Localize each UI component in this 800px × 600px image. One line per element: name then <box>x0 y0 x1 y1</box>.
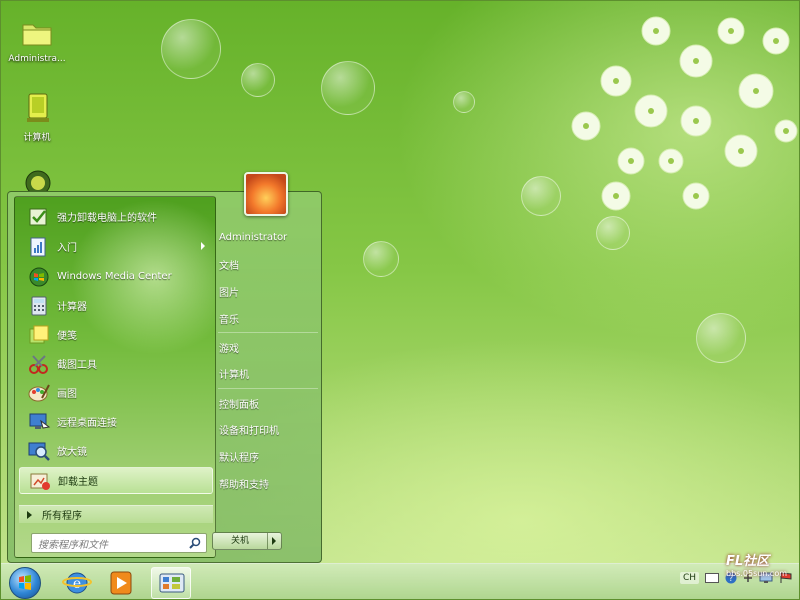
taskbar: e CH ? FL社区 bbs.05sun.com <box>1 554 799 599</box>
start-button[interactable] <box>9 567 41 599</box>
getting-started-icon <box>30 237 46 256</box>
start-right-documents[interactable]: 文档 <box>218 253 318 275</box>
uninstall-software-icon <box>29 208 47 225</box>
start-right-devices-printers[interactable]: 设备和打印机 <box>218 418 318 440</box>
remote-desktop-icon <box>29 413 51 429</box>
network-icon[interactable] <box>21 169 55 191</box>
separator <box>218 388 318 389</box>
taskbar-control-panel[interactable] <box>151 567 191 599</box>
start-right-computer[interactable]: 计算机 <box>218 362 318 384</box>
start-item-label: Windows Media Center <box>57 271 172 282</box>
start-item-label: 便笺 <box>57 331 77 342</box>
bubble-decoration <box>161 19 221 79</box>
start-item-label: 卸载主题 <box>58 477 98 488</box>
desktop-icon-label: Administra... <box>8 54 66 64</box>
taskbar-media-player[interactable] <box>101 567 141 599</box>
start-right-label: 音乐 <box>219 314 239 326</box>
magnifier-icon <box>28 442 50 461</box>
sticky-notes-icon <box>29 325 49 343</box>
calculator-icon <box>31 296 47 315</box>
start-item-label: 强力卸载电脑上的软件 <box>57 213 157 224</box>
start-right-label: 设备和打印机 <box>219 425 279 437</box>
bubble-decoration <box>363 241 399 277</box>
start-menu: 强力卸载电脑上的软件 入门 Windows Media Center 计算器 便… <box>7 172 322 563</box>
start-right-label: 控制面板 <box>219 399 259 411</box>
paint-icon <box>28 384 50 401</box>
desktop-icon-label: 计算机 <box>23 133 51 143</box>
start-item-label: 放大镜 <box>57 447 87 458</box>
shutdown-button[interactable]: 关机 <box>213 533 267 549</box>
start-item-label: 画图 <box>57 389 77 400</box>
start-item-label: 计算器 <box>57 302 87 313</box>
start-item-media-center[interactable]: Windows Media Center <box>19 263 213 290</box>
bubble-decoration <box>241 63 275 97</box>
site-watermark: FL社区 bbs.05sun.com <box>726 550 787 578</box>
all-programs-button[interactable]: 所有程序 <box>19 505 213 523</box>
media-player-icon <box>110 571 132 595</box>
start-item-label: 截图工具 <box>57 360 97 371</box>
start-right-administrator[interactable]: Administrator <box>218 226 318 248</box>
desktop: Administra... 计算机 强力卸载电脑上的软件 入门 Windows … <box>0 0 800 600</box>
start-right-label: 游戏 <box>219 343 239 355</box>
media-center-icon <box>29 267 49 286</box>
start-right-label: 帮助和支持 <box>219 479 269 491</box>
uninstall-theme-icon <box>30 473 50 490</box>
expand-arrow-icon <box>27 510 32 519</box>
start-item-label: 远程桌面连接 <box>57 418 117 429</box>
start-right-label: 文档 <box>219 260 239 272</box>
start-right-control-panel[interactable]: 控制面板 <box>218 392 318 414</box>
bubble-decoration <box>453 91 475 113</box>
bubble-decoration <box>321 61 375 115</box>
computer-icon <box>27 93 49 122</box>
bubble-decoration <box>696 313 746 363</box>
all-programs-label: 所有程序 <box>42 511 82 522</box>
start-right-label: Administrator <box>219 231 288 243</box>
start-right-help-support[interactable]: 帮助和支持 <box>218 472 318 494</box>
search-input[interactable]: 搜索程序和文件 <box>31 533 207 553</box>
start-item-snipping-tool[interactable]: 截图工具 <box>19 350 213 377</box>
start-item-sticky-notes[interactable]: 便笺 <box>19 321 213 348</box>
user-folder-icon <box>22 24 52 46</box>
control-panel-icon <box>159 573 185 593</box>
start-right-label: 图片 <box>219 287 239 299</box>
start-item-paint[interactable]: 画图 <box>19 379 213 406</box>
start-right-games[interactable]: 游戏 <box>218 336 318 358</box>
language-indicator[interactable]: CH <box>679 572 699 584</box>
submenu-arrow-icon <box>201 242 205 250</box>
user-avatar[interactable] <box>244 172 288 216</box>
start-item-getting-started[interactable]: 入门 <box>19 233 213 260</box>
separator <box>218 332 318 333</box>
snipping-tool-icon <box>29 354 48 374</box>
watermark-url: bbs.05sun.com <box>726 569 787 578</box>
start-right-label: 默认程序 <box>219 452 259 464</box>
start-right-default-programs[interactable]: 默认程序 <box>218 445 318 467</box>
desktop-icon-computer[interactable]: 计算机 <box>5 91 69 143</box>
start-item-calculator[interactable]: 计算器 <box>19 292 213 319</box>
taskbar-internet-explorer[interactable]: e <box>57 567 97 599</box>
windows-logo-icon <box>19 575 31 590</box>
search-icon <box>189 537 201 549</box>
start-right-pictures[interactable]: 图片 <box>218 280 318 302</box>
shutdown-button-group: 关机 <box>212 532 282 550</box>
start-item-label: 入门 <box>57 243 77 254</box>
start-menu-programs-pane: 强力卸载电脑上的软件 入门 Windows Media Center 计算器 便… <box>14 196 216 558</box>
start-item-remote-desktop[interactable]: 远程桌面连接 <box>19 408 213 435</box>
internet-explorer-icon: e <box>62 572 92 594</box>
start-item-uninstall-theme[interactable]: 卸载主题 <box>19 467 213 494</box>
start-right-label: 计算机 <box>219 369 249 381</box>
keyboard-icon[interactable] <box>705 573 719 583</box>
search-placeholder: 搜索程序和文件 <box>38 539 108 551</box>
watermark-logo: FL社区 <box>726 554 770 569</box>
flower-decoration <box>571 16 798 211</box>
start-item-magnifier[interactable]: 放大镜 <box>19 437 213 464</box>
shutdown-options-arrow[interactable] <box>267 533 281 549</box>
desktop-icon-administrator[interactable]: Administra... <box>5 15 69 64</box>
start-item-uninstall-software[interactable]: 强力卸载电脑上的软件 <box>19 203 213 230</box>
start-right-music[interactable]: 音乐 <box>218 307 318 329</box>
